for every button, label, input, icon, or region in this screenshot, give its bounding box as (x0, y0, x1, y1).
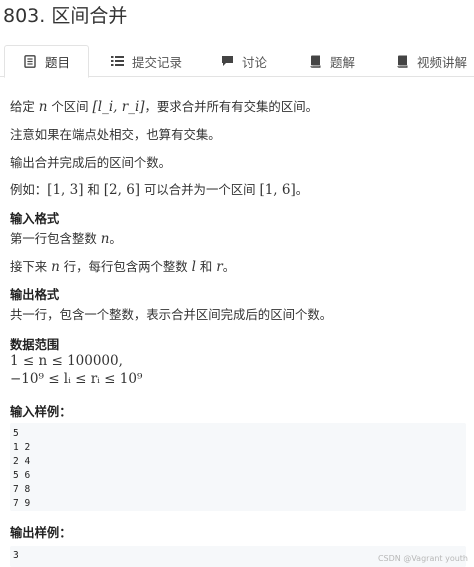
code-line: 7 8 (13, 484, 31, 495)
code-line: 5 6 (13, 470, 31, 481)
page-title: 803. 区间合并 (3, 5, 128, 27)
document-icon (23, 55, 37, 69)
tab-video[interactable]: 视频讲解 (395, 45, 467, 77)
sample-output-heading: 输出样例： (10, 526, 72, 540)
list-icon (110, 54, 124, 68)
tab-solutions[interactable]: 题解 (308, 45, 355, 77)
output-format-text: 共一行，包含一个整数，表示合并区间完成后的区间个数。 (10, 307, 333, 322)
tab-problem-label: 题目 (44, 55, 70, 70)
sample-input-heading: 输入样例： (10, 405, 72, 419)
code-line: 7 9 (13, 498, 31, 509)
input-format-line-1: 第一行包含整数 n。 (10, 231, 122, 247)
book-icon (395, 54, 409, 68)
sample-input-block: 5 1 2 2 4 5 6 7 8 7 9 (10, 423, 466, 511)
input-format-heading: 输入格式 (10, 212, 60, 226)
range-heading: 数据范围 (10, 338, 60, 352)
tab-submissions-label: 提交记录 (132, 54, 183, 70)
input-format-line-2: 接下来 n 行，每行包含两个整数 l 和 r。 (10, 259, 236, 275)
tab-problem[interactable]: 题目 (4, 45, 89, 78)
code-line: 3 (13, 550, 19, 561)
code-line: 5 (13, 428, 19, 439)
chat-icon (220, 54, 234, 68)
tab-submissions[interactable]: 提交记录 (110, 45, 182, 77)
tab-solutions-label: 题解 (330, 54, 356, 70)
tab-bar: 题目 提交记录 讨论 题解 视频讲解 (0, 45, 474, 78)
statement-line-3: 输出合并完成后的区间个数。 (10, 155, 172, 170)
statement-line-2: 注意如果在端点处相交，也算有交集。 (10, 127, 221, 142)
math-interval-c: [1, 6] (259, 182, 296, 198)
math-interval-a: [1, 3] (47, 182, 84, 198)
math-interval: [l_i, r_i] (92, 99, 145, 115)
range-constraint-1: 1 ≤ n ≤ 100000, (10, 353, 123, 369)
watermark: CSDN @Vagrant youth (377, 554, 468, 563)
book-icon (308, 54, 322, 68)
code-line: 1 2 (13, 442, 31, 453)
tab-video-label: 视频讲解 (417, 54, 468, 70)
tab-discussion[interactable]: 讨论 (220, 45, 267, 77)
code-line: 2 4 (13, 456, 31, 467)
tab-discussion-label: 讨论 (242, 54, 268, 70)
statement-example: 例如：[1, 3] 和 [2, 6] 可以合并为一个区间 [1, 6]。 (10, 182, 309, 198)
statement-line-1: 给定 n 个区间 [l_i, r_i]，要求合并所有有交集的区间。 (10, 99, 318, 115)
range-constraint-2: −10⁹ ≤ lᵢ ≤ rᵢ ≤ 10⁹ (10, 371, 143, 387)
output-format-heading: 输出格式 (10, 288, 60, 302)
math-interval-b: [2, 6] (103, 182, 141, 198)
